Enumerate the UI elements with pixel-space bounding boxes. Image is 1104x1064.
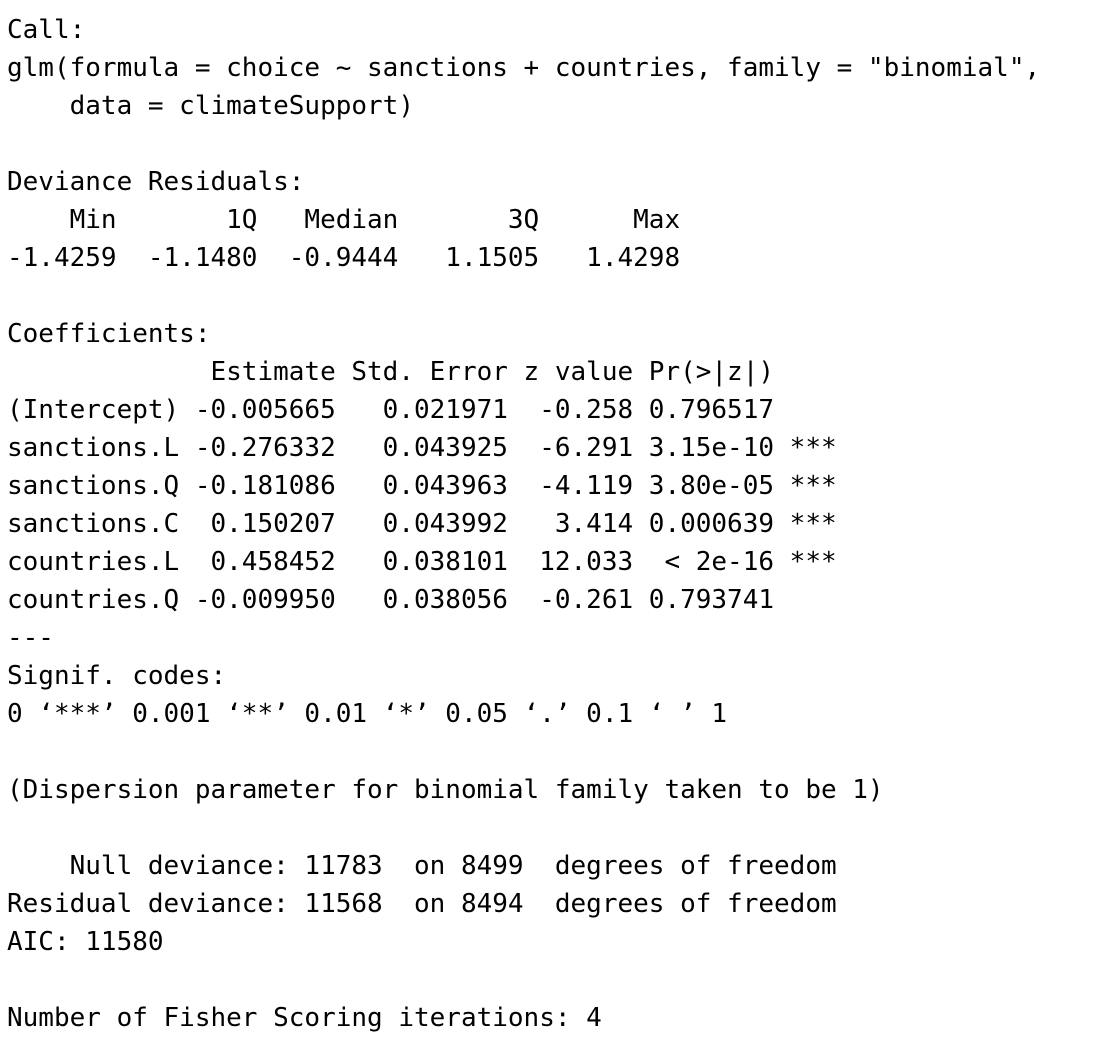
call-header: Call: [7, 15, 86, 45]
signif-codes-legend: 0 ‘***’ 0.001 ‘**’ 0.01 ‘*’ 0.05 ‘.’ 0.1… [7, 699, 728, 729]
aic-line: AIC: 11580 [7, 927, 164, 957]
fisher-iterations-line: Number of Fisher Scoring iterations: 4 [7, 1003, 602, 1033]
dispersion-note: (Dispersion parameter for binomial famil… [7, 775, 884, 805]
separator-line: --- [7, 623, 54, 653]
coefficients-header: Coefficients: [7, 319, 211, 349]
deviance-residuals-values: -1.4259 -1.1480 -0.9444 1.1505 1.4298 [7, 243, 712, 273]
coefficient-row: (Intercept) -0.005665 0.021971 -0.258 0.… [7, 395, 837, 425]
coefficient-row: sanctions.L -0.276332 0.043925 -6.291 3.… [7, 433, 837, 463]
coefficient-row: countries.Q -0.009950 0.038056 -0.261 0.… [7, 585, 837, 615]
coefficient-row: countries.L 0.458452 0.038101 12.033 < 2… [7, 547, 837, 577]
residual-deviance-line: Residual deviance: 11568 on 8494 degrees… [7, 889, 837, 919]
call-line-2: data = climateSupport) [7, 91, 414, 121]
coefficients-columns: Estimate Std. Error z value Pr(>|z|) [7, 357, 837, 387]
call-line-1: glm(formula = choice ~ sanctions + count… [7, 53, 1041, 83]
deviance-residuals-header: Deviance Residuals: [7, 167, 305, 197]
coefficient-row: sanctions.Q -0.181086 0.043963 -4.119 3.… [7, 471, 837, 501]
signif-codes-header: Signif. codes: [7, 661, 227, 691]
coefficient-row: sanctions.C 0.150207 0.043992 3.414 0.00… [7, 509, 837, 539]
null-deviance-line: Null deviance: 11783 on 8499 degrees of … [7, 851, 837, 881]
r-console-output: Call: glm(formula = choice ~ sanctions + … [7, 11, 1040, 1037]
deviance-residuals-labels: Min 1Q Median 3Q Max [7, 205, 712, 235]
